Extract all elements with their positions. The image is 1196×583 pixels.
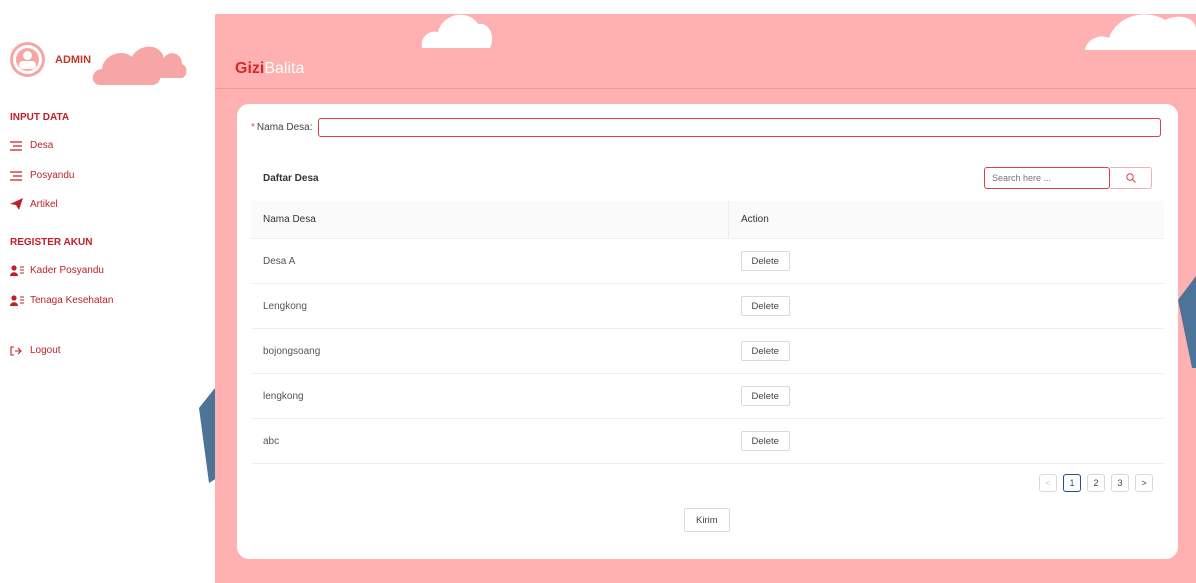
delete-button[interactable]: Delete xyxy=(740,251,790,271)
main-area: GiziBalita *Nama Desa: Daftar Desa Nama … xyxy=(215,14,1196,583)
column-header-nama-desa: Nama Desa xyxy=(251,201,729,239)
sidebar-item-kader-posyandu[interactable]: Kader Posyandu xyxy=(10,265,104,276)
sidebar-item-label: Tenaga Kesehatan xyxy=(30,295,114,306)
field-label-text: Nama Desa xyxy=(256,122,310,133)
column-header-action: Action xyxy=(728,201,1164,239)
section-register-akun: REGISTER AKUN xyxy=(10,237,93,248)
delete-button[interactable]: Delete xyxy=(740,431,790,451)
delete-button[interactable]: Delete xyxy=(740,296,790,316)
page-button-2[interactable]: 2 xyxy=(1087,474,1105,492)
list-title: Daftar Desa xyxy=(263,173,319,184)
decorative-shape xyxy=(1178,276,1196,368)
nama-desa-input[interactable] xyxy=(317,118,1161,137)
required-mark: * xyxy=(251,122,255,133)
cloud-icon xyxy=(92,46,187,85)
kirim-button[interactable]: Kirim xyxy=(684,508,730,532)
paper-plane-icon xyxy=(10,198,26,210)
sidebar-item-tenaga-kesehatan[interactable]: Tenaga Kesehatan xyxy=(10,295,113,306)
avatar-icon xyxy=(10,42,45,77)
search-icon xyxy=(1125,173,1136,183)
search-input[interactable] xyxy=(984,167,1110,189)
table-row: lengkong Delete xyxy=(251,373,1164,419)
sidebar-item-posyandu[interactable]: Posyandu xyxy=(10,170,74,181)
user-list-icon xyxy=(10,295,26,306)
delete-button[interactable]: Delete xyxy=(740,341,790,361)
page-button-1[interactable]: 1 xyxy=(1063,474,1081,492)
desa-name-cell: bojongsoang xyxy=(251,328,729,374)
sidebar: ADMIN INPUT DATA Desa Posyandu Artikel R… xyxy=(0,0,215,583)
search-box xyxy=(984,167,1152,189)
content-card: *Nama Desa: Daftar Desa Nama Desa Action… xyxy=(237,104,1178,559)
nama-desa-label: * Nama Desa: xyxy=(251,122,313,133)
logout-icon xyxy=(10,345,26,356)
list-icon xyxy=(10,140,26,151)
table-row: abc Delete xyxy=(251,418,1164,464)
delete-button[interactable]: Delete xyxy=(740,386,790,406)
next-page-button[interactable]: > xyxy=(1135,474,1153,492)
page-button-3[interactable]: 3 xyxy=(1111,474,1129,492)
nama-desa-field: * Nama Desa: xyxy=(251,118,1161,137)
sidebar-item-label: Kader Posyandu xyxy=(30,265,104,276)
header-divider xyxy=(215,88,1196,89)
list-icon xyxy=(10,170,26,181)
table-row: Lengkong Delete xyxy=(251,283,1164,329)
sidebar-item-label: Posyandu xyxy=(30,170,75,181)
desa-name-cell: Desa A xyxy=(251,238,729,284)
desa-name-cell: abc xyxy=(251,418,729,464)
search-button[interactable] xyxy=(1110,167,1152,189)
brand-light: Balita xyxy=(264,60,305,77)
sidebar-item-label: Desa xyxy=(30,140,54,151)
sidebar-item-artikel[interactable]: Artikel xyxy=(10,198,58,210)
prev-page-button[interactable]: < xyxy=(1039,474,1057,492)
brand-logo: GiziBalita xyxy=(235,60,304,78)
table-header-row: Nama Desa Action xyxy=(251,201,1164,239)
table-row: Desa A Delete xyxy=(251,238,1164,284)
desa-name-cell: Lengkong xyxy=(251,283,729,329)
sidebar-item-label: Logout xyxy=(30,345,61,356)
profile: ADMIN xyxy=(10,42,91,77)
cloud-icon xyxy=(421,14,493,48)
user-list-icon xyxy=(10,265,26,276)
desa-table: Nama Desa Action Desa A Delete Lengkong … xyxy=(251,201,1164,464)
cloud-icon xyxy=(1085,14,1196,50)
table-row: bojongsoang Delete xyxy=(251,328,1164,374)
desa-name-cell: lengkong xyxy=(251,373,729,419)
brand-bold: Gizi xyxy=(235,60,265,77)
profile-name: ADMIN xyxy=(55,53,92,66)
sidebar-item-desa[interactable]: Desa xyxy=(10,140,53,151)
section-input-data: INPUT DATA xyxy=(10,112,70,123)
sidebar-item-logout[interactable]: Logout xyxy=(10,345,61,356)
pagination: < 1 2 3 > xyxy=(1033,474,1153,492)
sidebar-item-label: Artikel xyxy=(30,198,58,210)
